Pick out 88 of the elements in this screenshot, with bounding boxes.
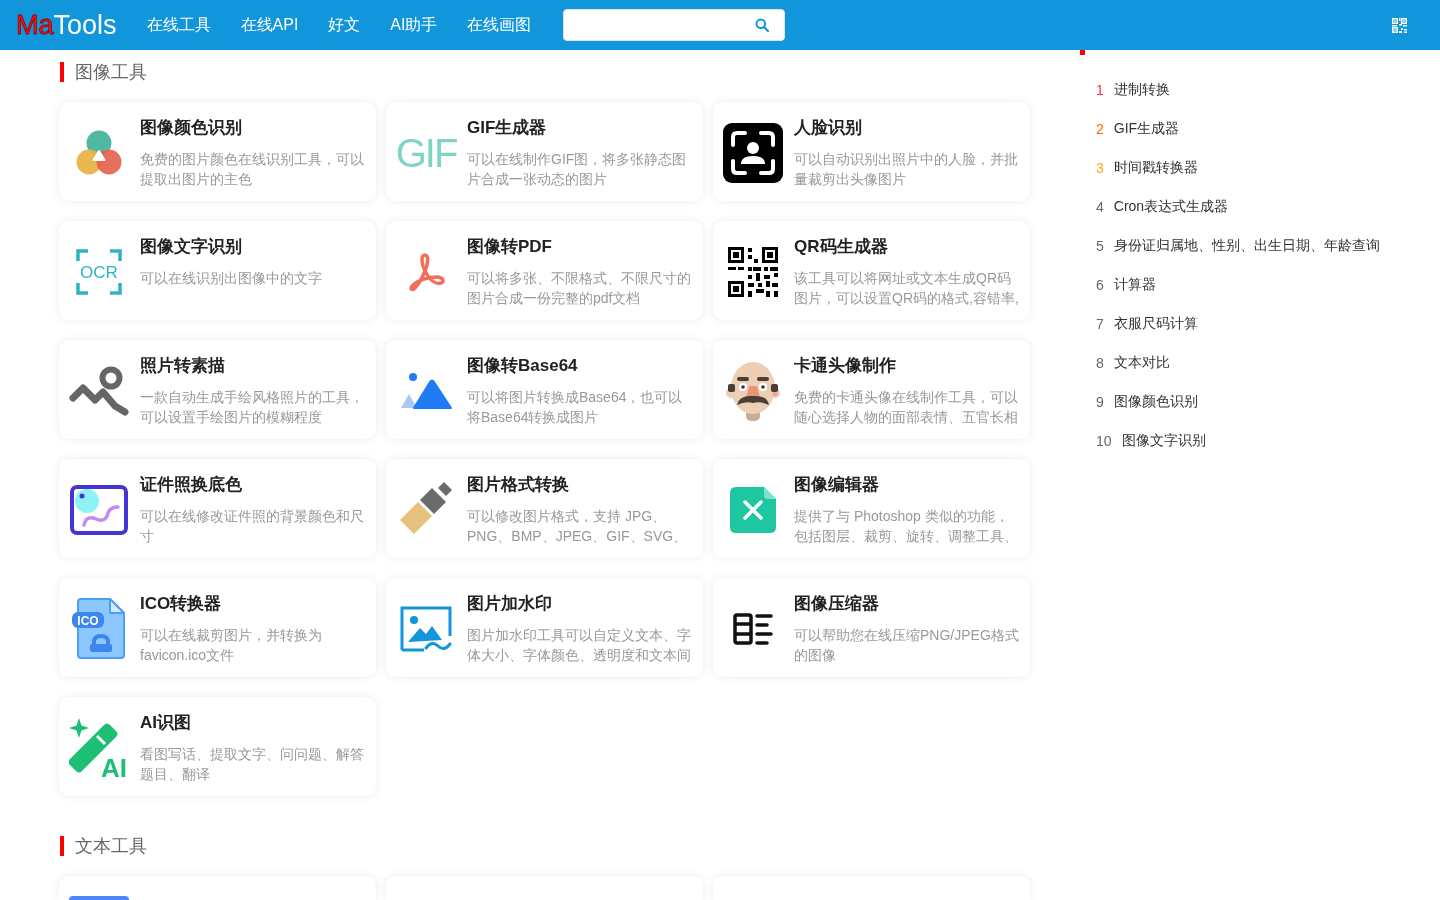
- section-title: 图像工具: [75, 62, 147, 82]
- ranking-link[interactable]: GIF生成器: [1113, 119, 1180, 138]
- rank-number: 10: [1096, 432, 1112, 449]
- tile-icon: [69, 896, 129, 900]
- ranking-link[interactable]: 进制转换: [1113, 80, 1170, 99]
- rank-number: 3: [1096, 159, 1104, 176]
- tool-title: 人脸识别: [794, 117, 862, 139]
- tool-card[interactable]: ICO ICO转换器 可以在线裁剪图片，并转换为favicon.ico文件: [59, 578, 376, 677]
- section-marker: [60, 62, 64, 82]
- heading-marker: [1080, 50, 1085, 55]
- tool-title: 图像文字识别: [140, 236, 242, 258]
- tool-description: 可以将图片转换成Base64，也可以将Base64转换成图片: [467, 388, 684, 427]
- document-cross-icon: [730, 486, 776, 533]
- ranking-link[interactable]: 图像颜色识别: [1113, 392, 1198, 411]
- rank-number: 2: [1096, 120, 1104, 137]
- ranking-link[interactable]: 文本对比: [1113, 353, 1170, 372]
- qr-code-icon: [728, 246, 778, 297]
- tool-description: 免费的图片颜色在线识别工具，可以提取出图片的主色: [140, 150, 365, 189]
- tool-title: 图片加水印: [467, 593, 552, 615]
- tool-title: 图片格式转换: [467, 474, 569, 496]
- tool-title: ICO转换器: [140, 593, 222, 615]
- tool-title: 照片转素描: [140, 355, 225, 377]
- tool-description: 提供了与 Photoshop 类似的功能，包括图层、裁剪、旋转、调整工具、: [794, 507, 1019, 546]
- tool-card[interactable]: 照片转素描 一款自动生成手绘风格照片的工具，可以设置手绘图片的模糊程度: [59, 340, 376, 439]
- gif-text-logo: GIF: [395, 130, 457, 175]
- tool-card[interactable]: 图像转PDF 可以将多张、不限格式、不限尺寸的图片合成一份完整的pdf文档: [386, 221, 703, 320]
- rank-number: 8: [1096, 354, 1104, 371]
- cartoon-head-icon: [725, 359, 781, 422]
- tool-description: 可以修改图片格式，支持 JPG、PNG、BMP、JPEG、GIF、SVG、: [467, 507, 689, 546]
- rank-number: 6: [1096, 276, 1104, 293]
- tool-title: 图像转Base64: [467, 355, 578, 377]
- tool-card[interactable]: 图像编辑器 提供了与 Photoshop 类似的功能，包括图层、裁剪、旋转、调整工具、: [713, 459, 1030, 558]
- tool-title: 图像转PDF: [467, 236, 552, 258]
- tool-card[interactable]: 图像转Base64 可以将图片转换成Base64，也可以将Base64转换成图片: [386, 340, 703, 439]
- tool-description: 可以在线修改证件照的背景颜色和尺寸: [140, 507, 365, 546]
- tool-title: 图像颜色识别: [140, 117, 242, 139]
- tool-card[interactable]: 证件照换底色 可以在线修改证件照的背景颜色和尺寸: [59, 459, 376, 558]
- search-icon[interactable]: [755, 18, 770, 32]
- tool-description: 可以帮助您在线压缩PNG/JPEG格式的图像: [794, 626, 1020, 665]
- tool-title: 卡通头像制作: [794, 355, 896, 377]
- tool-description: 可以在线制作GIF图，将多张静态图片合成一张动态的图片: [467, 150, 688, 189]
- search-field[interactable]: [563, 9, 786, 41]
- photo-frame-icon: [70, 484, 128, 535]
- tool-card[interactable]: 图片格式转换 可以修改图片格式，支持 JPG、PNG、BMP、JPEG、GIF、SVG、: [386, 459, 703, 558]
- tool-title: AI识图: [140, 712, 191, 734]
- face-scan-icon: [723, 122, 783, 183]
- rank-number: 5: [1096, 237, 1104, 254]
- section-marker: [60, 836, 64, 856]
- tool-description: 该工具可以将网址或文本生成QR码图片，可以设置QR码的格式,容错率,: [794, 269, 1020, 308]
- tool-title: 图像编辑器: [794, 474, 879, 496]
- color-circles-icon: [76, 129, 122, 176]
- tool-card[interactable]: [59, 876, 376, 900]
- tool-card[interactable]: 图片加水印 图片加水印工具可以自定义文本、字体大小、字体颜色、透明度和文本间: [386, 578, 703, 677]
- tool-description: 图片加水印工具可以自定义文本、字体大小、字体颜色、透明度和文本间: [467, 626, 692, 665]
- ranking-link[interactable]: 图像文字识别: [1121, 431, 1206, 450]
- tool-card[interactable]: 卡通头像制作 免费的卡通头像在线制作工具，可以随心选择人物的面部表情、五官长相: [713, 340, 1030, 439]
- tool-card[interactable]: 图像压缩器 可以帮助您在线压缩PNG/JPEG格式的图像: [713, 578, 1030, 677]
- tool-description: 可以将多张、不限格式、不限尺寸的图片合成一份完整的pdf文档: [467, 269, 692, 308]
- tool-description: 可以自动识别出照片中的人脸，并批量裁剪出头像图片: [794, 150, 1019, 189]
- section-title: 文本工具: [75, 836, 147, 856]
- tool-title: QR码生成器: [794, 236, 888, 258]
- pdf-swirl-icon: [406, 251, 446, 292]
- tool-title: GIF生成器: [467, 117, 547, 139]
- ranking-link[interactable]: 身份证归属地、性别、出生日期、年龄查询: [1113, 236, 1380, 255]
- tool-card[interactable]: QR码生成器 该工具可以将网址或文本生成QR码图片，可以设置QR码的格式,容错率,: [713, 221, 1030, 320]
- tool-description: 看图写话、提取文字、问问题、解答题目、翻译: [140, 745, 365, 784]
- tool-card[interactable]: 图像颜色识别 免费的图片颜色在线识别工具，可以提取出图片的主色: [59, 102, 376, 201]
- rank-number: 7: [1096, 315, 1104, 332]
- rank-number: 4: [1096, 198, 1104, 215]
- picture-wave-icon: [400, 605, 452, 652]
- sketch-landscape-icon: [69, 365, 129, 416]
- tool-description: 一款自动生成手绘风格照片的工具，可以设置手绘图片的模糊程度: [140, 388, 365, 427]
- rank-number: 1: [1096, 81, 1104, 98]
- ranking-link[interactable]: 时间戳转换器: [1113, 158, 1198, 177]
- ocr-scan-logo: OCR: [76, 248, 122, 295]
- ranking-link[interactable]: 计算器: [1113, 275, 1156, 294]
- ranking-link[interactable]: 衣服尺码计算: [1113, 314, 1198, 333]
- rank-number: 9: [1096, 393, 1104, 410]
- tool-description: 免费的卡通头像在线制作工具，可以随心选择人物的面部表情、五官长相: [794, 388, 1019, 427]
- tool-card[interactable]: OCR 图像文字识别 可以在线识别出图像中的文字: [59, 221, 376, 320]
- ranking-link[interactable]: Cron表达式生成器: [1113, 197, 1229, 216]
- mountain-picture-icon: [400, 371, 452, 410]
- tool-description: 可以在线识别出图像中的文字: [140, 269, 322, 288]
- tool-title: 图像压缩器: [794, 593, 879, 615]
- tool-title: 证件照换底色: [140, 474, 242, 496]
- tool-description: 可以在线裁剪图片，并转换为favicon.ico文件: [140, 626, 323, 665]
- tool-card[interactable]: 人脸识别 可以自动识别出照片中的人脸，并批量裁剪出头像图片: [713, 102, 1030, 201]
- qr-code-icon[interactable]: [1392, 17, 1407, 33]
